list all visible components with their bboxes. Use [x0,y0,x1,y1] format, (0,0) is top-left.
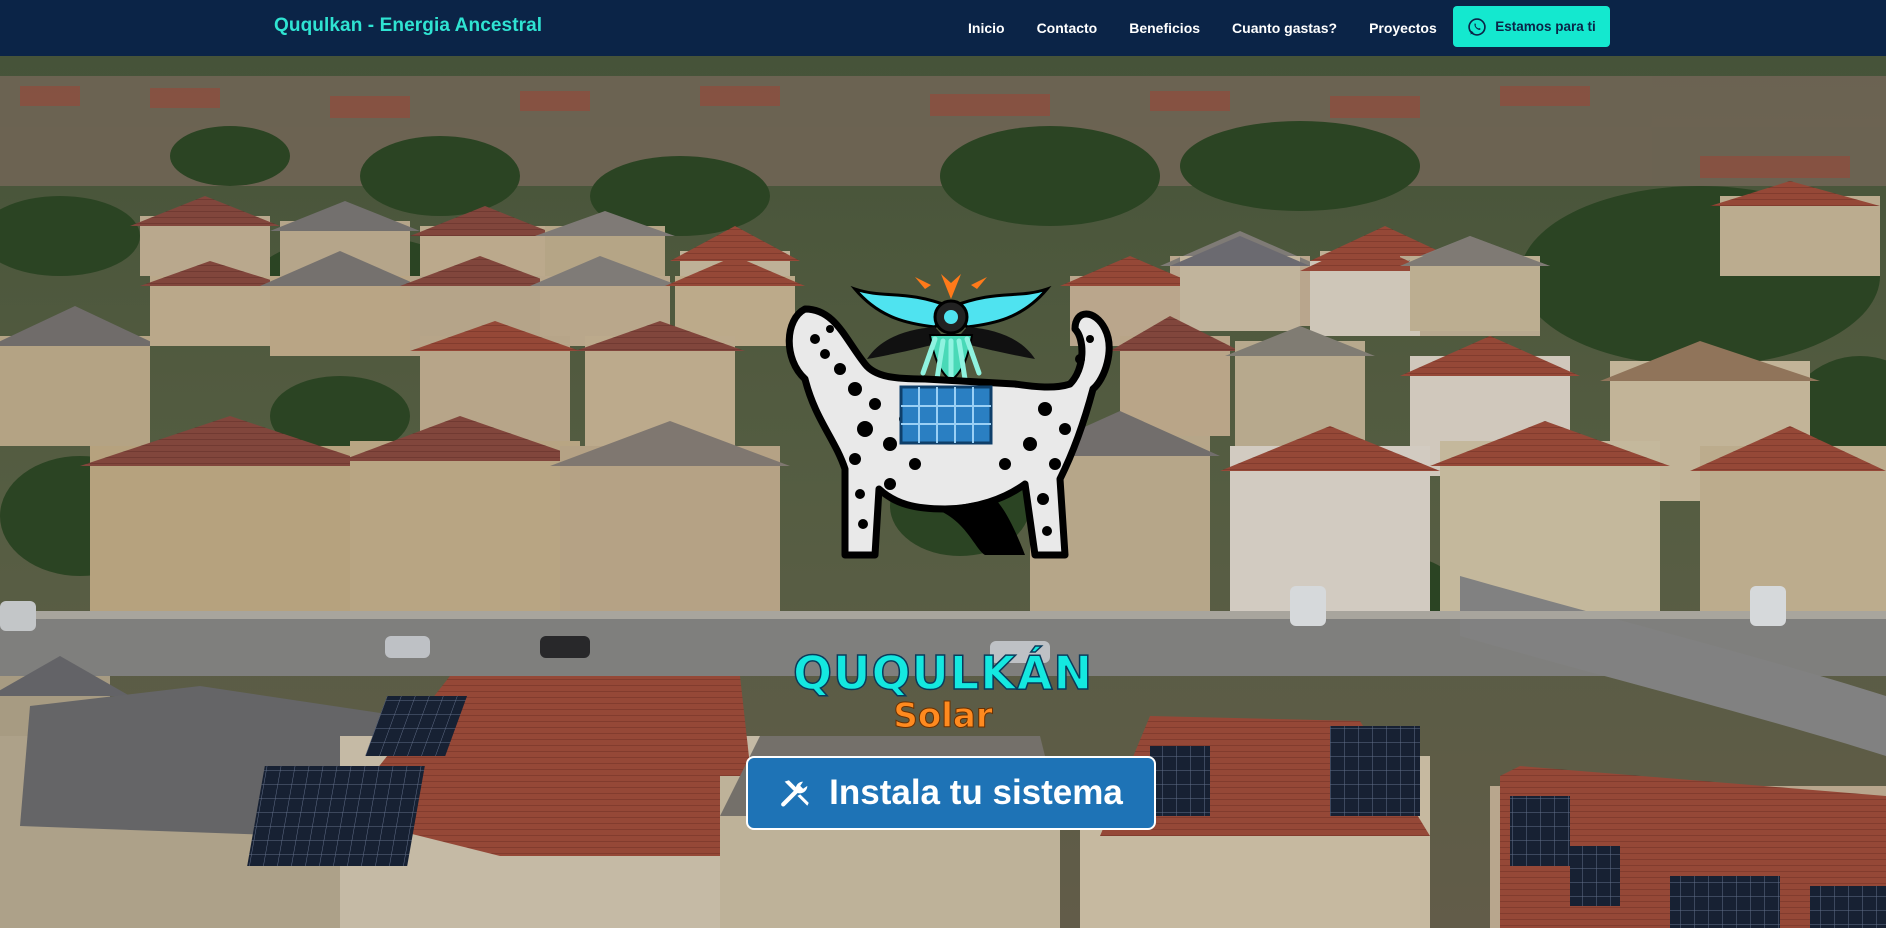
hero-section: QUQULKÁN Solar Instala tu sistema [0,56,1886,928]
nav-links: Inicio Contacto Beneficios Cuanto gastas… [968,0,1469,56]
nav-link-beneficios[interactable]: Beneficios [1129,20,1200,36]
install-system-button[interactable]: Instala tu sistema [746,756,1156,830]
navbar: Ququlkan - Energia Ancestral Inicio Cont… [0,0,1886,56]
whatsapp-icon [1468,17,1486,36]
whatsapp-button[interactable]: Estamos para ti [1453,6,1610,47]
jaguar-sun-logo [785,274,1113,559]
hero-subtitle: Solar [0,696,1886,737]
install-system-label: Instala tu sistema [829,773,1123,812]
nav-link-contacto[interactable]: Contacto [1037,20,1098,36]
tools-icon [781,780,809,807]
hero-title-text: QUQULKÁN [792,645,1093,701]
nav-link-proyectos[interactable]: Proyectos [1369,20,1437,36]
hero-title: QUQULKÁN [0,645,1886,701]
brand-link[interactable]: Ququlkan - Energia Ancestral [274,15,542,37]
nav-link-inicio[interactable]: Inicio [968,20,1005,36]
whatsapp-label: Estamos para ti [1495,19,1596,34]
nav-link-cuanto-gastas[interactable]: Cuanto gastas? [1232,20,1337,36]
hero-subtitle-text: Solar [893,696,993,737]
